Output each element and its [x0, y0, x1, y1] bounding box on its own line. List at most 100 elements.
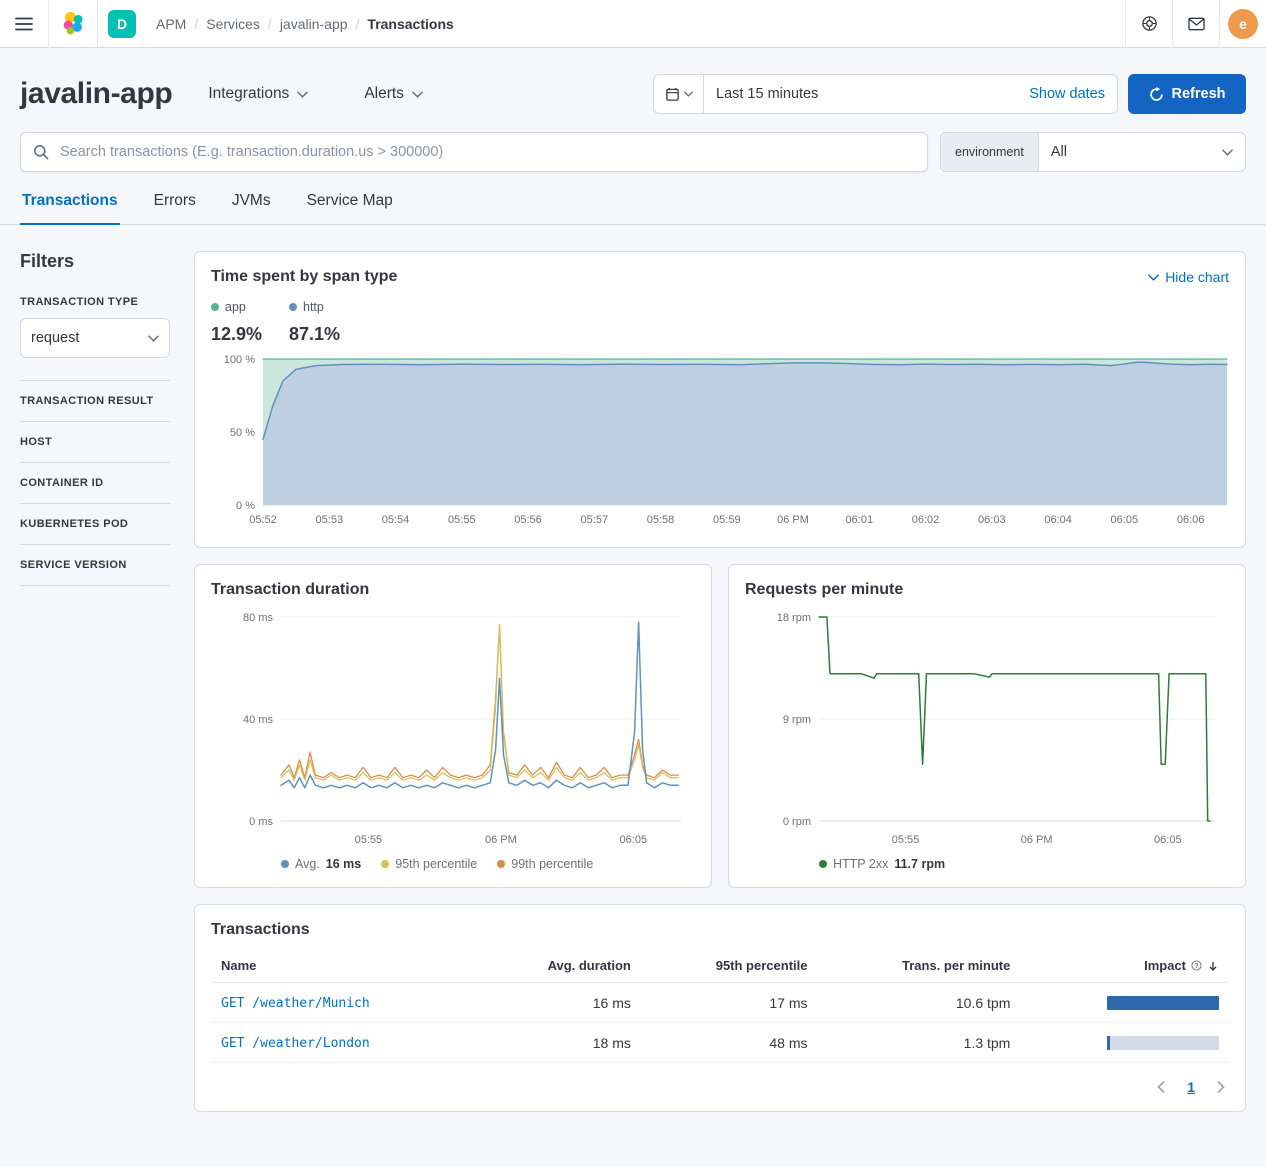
refresh-button[interactable]: Refresh	[1128, 74, 1246, 114]
newsfeed-button[interactable]	[1172, 0, 1219, 48]
tab-jvms[interactable]: JVMs	[230, 188, 273, 225]
column-header-95th[interactable]: 95th percentile	[641, 949, 818, 983]
tab-service-map[interactable]: Service Map	[305, 188, 395, 225]
integrations-menu[interactable]: Integrations	[208, 85, 308, 103]
transaction-type-select[interactable]: request	[20, 318, 170, 358]
svg-text:05:58: 05:58	[647, 514, 675, 526]
impact-bar-track	[1107, 996, 1219, 1010]
hide-chart-link[interactable]: Hide chart	[1148, 269, 1229, 285]
impact-label: Impact	[1144, 958, 1186, 973]
span-type-chart[interactable]: 0 %50 %100 %05:5205:5305:5405:5505:5605:…	[211, 353, 1229, 531]
legend-item-99th[interactable]: 99th percentile	[497, 857, 593, 871]
header-links: Integrations Alerts	[208, 85, 423, 103]
previous-page-icon[interactable]	[1157, 1081, 1165, 1093]
requests-per-minute-chart[interactable]: 0 rpm9 rpm18 rpm05:5506 PM06:05	[745, 607, 1229, 851]
legend-label: 99th percentile	[511, 857, 593, 871]
elastic-logo-button[interactable]	[49, 0, 97, 48]
legend-label: app	[225, 300, 246, 314]
svg-text:06:03: 06:03	[978, 514, 1006, 526]
page-number[interactable]: 1	[1187, 1079, 1195, 1095]
environment-label: environment	[941, 133, 1039, 171]
svg-text:0 ms: 0 ms	[249, 816, 273, 828]
calendar-icon	[665, 87, 680, 102]
user-menu-button[interactable]: e	[1219, 0, 1266, 48]
top-bar: D APM Services javalin-app Transactions …	[0, 0, 1266, 48]
show-dates-link[interactable]: Show dates	[1029, 86, 1117, 102]
environment-select[interactable]: All	[1039, 133, 1245, 171]
environment-filter: environment All	[940, 132, 1246, 172]
requests-per-minute-title: Requests per minute	[745, 581, 1229, 599]
p95-cell: 48 ms	[641, 1023, 818, 1063]
quick-select-button[interactable]	[654, 75, 704, 113]
p95-cell: 17 ms	[641, 983, 818, 1023]
menu-button[interactable]	[0, 0, 48, 48]
column-header-avg-duration[interactable]: Avg. duration	[478, 949, 641, 983]
transaction-link[interactable]: GET /weather/London	[221, 1036, 370, 1051]
search-input[interactable]	[58, 143, 915, 161]
breadcrumb-services[interactable]: Services	[194, 16, 260, 32]
svg-text:06:05: 06:05	[620, 834, 648, 846]
transaction-duration-chart[interactable]: 0 ms40 ms80 ms05:5506 PM06:05	[211, 607, 695, 851]
column-header-tpm[interactable]: Trans. per minute	[817, 949, 1020, 983]
legend-item-http[interactable]: http	[289, 300, 367, 314]
p95-legend-dot	[381, 860, 389, 868]
envelope-icon	[1188, 17, 1205, 31]
facet-transaction-result: TRANSACTION RESULT	[20, 381, 170, 422]
transactions-panel: Transactions Name Avg. duration 95th per…	[194, 904, 1246, 1112]
legend-item-app[interactable]: app	[211, 300, 289, 314]
svg-text:06:02: 06:02	[912, 514, 940, 526]
chevron-down-icon	[412, 91, 423, 98]
time-range-value[interactable]: Last 15 minutes	[704, 86, 818, 102]
filters-title: Filters	[20, 251, 170, 272]
tab-transactions[interactable]: Transactions	[20, 188, 120, 225]
span-type-legend: app 12.9% http 87.1%	[211, 300, 1229, 345]
environment-value: All	[1051, 144, 1067, 160]
impact-cell	[1020, 1023, 1229, 1063]
legend-value: 11.7 rpm	[894, 857, 945, 871]
charts-row: Transaction duration 0 ms40 ms80 ms05:55…	[194, 564, 1246, 888]
chevron-down-icon	[684, 91, 693, 97]
avatar: e	[1228, 9, 1258, 39]
svg-text:06:04: 06:04	[1044, 514, 1072, 526]
transaction-type-value: request	[31, 330, 79, 346]
transaction-link[interactable]: GET /weather/Munich	[221, 996, 370, 1011]
facet-host: HOST	[20, 422, 170, 463]
column-header-name[interactable]: Name	[211, 949, 478, 983]
legend-label: HTTP 2xx	[833, 857, 888, 871]
page-header: javalin-app Integrations Alerts	[0, 48, 1266, 132]
breadcrumb-service-name[interactable]: javalin-app	[268, 16, 348, 32]
span-type-panel: Time spent by span type Hide chart app 1…	[194, 251, 1246, 548]
space-badge[interactable]: D	[108, 10, 136, 38]
legend-label: http	[303, 300, 324, 314]
next-page-icon[interactable]	[1217, 1081, 1225, 1093]
legend-item-http-2xx[interactable]: HTTP 2xx 11.7 rpm	[819, 857, 945, 871]
svg-text:06:01: 06:01	[846, 514, 874, 526]
duration-legend: Avg. 16 ms 95th percentile 99th percenti…	[281, 857, 695, 871]
svg-text:0 rpm: 0 rpm	[783, 816, 811, 828]
tpm-cell: 1.3 tpm	[817, 1023, 1020, 1063]
search-box	[20, 132, 928, 172]
table-row: GET /weather/Munich 16 ms 17 ms 10.6 tpm	[211, 983, 1229, 1023]
transactions-title: Transactions	[211, 921, 1229, 939]
svg-text:06 PM: 06 PM	[485, 834, 517, 846]
breadcrumb-apm[interactable]: APM	[156, 16, 186, 32]
help-button[interactable]	[1125, 0, 1172, 48]
legend-item-95th[interactable]: 95th percentile	[381, 857, 477, 871]
info-icon: ?	[1191, 960, 1202, 971]
alerts-menu[interactable]: Alerts	[364, 85, 423, 103]
svg-text:80 ms: 80 ms	[243, 612, 273, 624]
table-row: GET /weather/London 18 ms 48 ms 1.3 tpm	[211, 1023, 1229, 1063]
help-icon	[1141, 15, 1158, 32]
svg-text:40 ms: 40 ms	[243, 714, 273, 726]
svg-text:06 PM: 06 PM	[1021, 834, 1053, 846]
tab-errors[interactable]: Errors	[152, 188, 198, 225]
legend-label: Avg.	[295, 857, 320, 871]
http-2xx-legend-dot	[819, 860, 827, 868]
integrations-label: Integrations	[208, 85, 289, 103]
avg-duration-cell: 16 ms	[478, 983, 641, 1023]
column-header-impact[interactable]: Impact ?	[1020, 949, 1229, 983]
app-percent: 12.9%	[211, 324, 289, 345]
legend-item-avg[interactable]: Avg. 16 ms	[281, 857, 361, 871]
facet-container-id: CONTAINER ID	[20, 463, 170, 504]
requests-per-minute-panel: Requests per minute 0 rpm9 rpm18 rpm05:5…	[728, 564, 1246, 888]
